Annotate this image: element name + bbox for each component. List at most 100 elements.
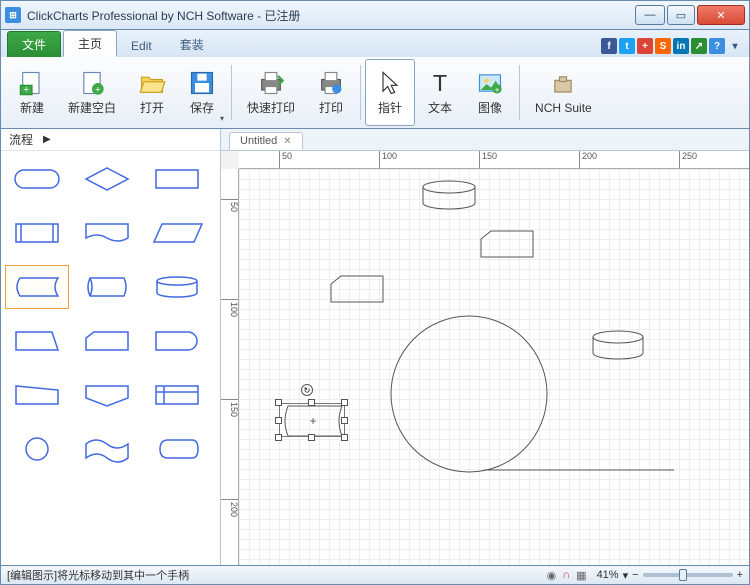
resize-handle[interactable] <box>275 434 282 441</box>
print-icon <box>317 69 345 97</box>
app-icon: ⊞ <box>5 7 21 23</box>
tab-file[interactable]: 文件 <box>7 31 61 57</box>
zoom-dropdown-icon[interactable]: ▾ <box>623 569 629 582</box>
save-button[interactable]: 保存 ▾ <box>177 59 227 126</box>
canvas[interactable]: ↻ + <box>239 169 749 565</box>
ruler-tick: 100 <box>379 151 397 169</box>
shape-terminator[interactable] <box>5 157 69 201</box>
shape-tape[interactable] <box>75 427 139 471</box>
ruler-tick: 150 <box>221 399 239 417</box>
text-button[interactable]: T 文本 <box>415 59 465 126</box>
shape-delay[interactable] <box>145 319 209 363</box>
ruler-horizontal: 50 100 150 200 250 <box>239 151 749 169</box>
nchsuite-button[interactable]: NCH Suite <box>524 59 603 126</box>
resize-handle[interactable] <box>308 434 315 441</box>
quickprint-icon <box>257 69 285 97</box>
new-button[interactable]: + 新建 <box>7 59 57 126</box>
zoom-out-button[interactable]: − <box>632 569 638 581</box>
close-tab-icon[interactable]: ✕ <box>283 136 291 147</box>
statusbar: [编辑图示]将光标移动到其中一个手柄 ◉ ∩ ▦ 41% ▾ − + <box>0 565 750 585</box>
shape-document[interactable] <box>75 211 139 255</box>
nchsuite-icon <box>549 71 577 99</box>
facebook-icon[interactable]: f <box>601 38 617 54</box>
zoom-thumb[interactable] <box>679 569 687 581</box>
canvas-shape-card[interactable] <box>329 274 385 304</box>
zoom-in-button[interactable]: + <box>737 569 743 581</box>
stumble-icon[interactable]: S <box>655 38 671 54</box>
shape-connector[interactable] <box>5 427 69 471</box>
shape-offpage[interactable] <box>75 373 139 417</box>
eye-icon[interactable]: ◉ <box>547 569 557 582</box>
document-tab-label: Untitled <box>240 135 277 147</box>
newblank-button[interactable]: + 新建空白 <box>57 59 127 126</box>
chevron-right-icon: ▶ <box>43 134 51 145</box>
share-icon[interactable]: ↗ <box>691 38 707 54</box>
ruler-tick: 250 <box>679 151 697 169</box>
palette-header[interactable]: 流程 ▶ <box>1 129 220 151</box>
nchsuite-label: NCH Suite <box>535 101 592 115</box>
save-label: 保存 <box>190 99 214 116</box>
document-tab[interactable]: Untitled ✕ <box>229 132 303 150</box>
image-label: 图像 <box>478 99 502 116</box>
shape-manualinput[interactable] <box>5 373 69 417</box>
tab-edit[interactable]: Edit <box>117 35 166 57</box>
shape-database[interactable] <box>75 265 139 309</box>
resize-handle[interactable] <box>308 399 315 406</box>
window-controls: — ▭ ✕ <box>635 5 745 25</box>
canvas-shape-circle[interactable] <box>389 314 549 474</box>
shape-storeddata[interactable] <box>5 265 69 309</box>
social-icons: f t + S in ↗ ? ▾ <box>601 38 743 57</box>
minimize-button[interactable]: — <box>635 5 665 25</box>
canvas-shape-card[interactable] <box>479 229 535 259</box>
resize-handle[interactable] <box>341 417 348 424</box>
tab-main[interactable]: 主页 <box>63 30 117 57</box>
canvas-shape-cylinder[interactable] <box>419 179 479 213</box>
svg-text:T: T <box>433 70 447 96</box>
rotate-handle[interactable]: ↻ <box>301 384 313 396</box>
quickprint-button[interactable]: 快速打印 <box>236 59 306 126</box>
svg-text:+: + <box>23 84 28 94</box>
resize-handle[interactable] <box>341 399 348 406</box>
pointer-label: 指针 <box>378 99 402 116</box>
grid-icon[interactable]: ▦ <box>576 569 586 582</box>
status-message: [编辑图示]将光标移动到其中一个手柄 <box>7 567 547 583</box>
canvas-shape-line[interactable] <box>484 467 674 473</box>
text-label: 文本 <box>428 99 452 116</box>
print-label: 打印 <box>319 99 343 116</box>
close-button[interactable]: ✕ <box>697 5 745 25</box>
resize-handle[interactable] <box>341 434 348 441</box>
zoom-slider[interactable] <box>643 573 733 577</box>
quickprint-label: 快速打印 <box>247 99 295 116</box>
linkedin-icon[interactable]: in <box>673 38 689 54</box>
resize-handle[interactable] <box>275 417 282 424</box>
print-button[interactable]: 打印 <box>306 59 356 126</box>
image-icon: + <box>476 69 504 97</box>
pointer-button[interactable]: 指针 <box>365 59 415 126</box>
shape-card[interactable] <box>75 319 139 363</box>
canvas-shape-cylinder[interactable] <box>589 329 647 363</box>
document-tabs: Untitled ✕ <box>221 129 749 151</box>
open-button[interactable]: 打开 <box>127 59 177 126</box>
twitter-icon[interactable]: t <box>619 38 635 54</box>
maximize-button[interactable]: ▭ <box>667 5 695 25</box>
shape-cylinder[interactable] <box>145 265 209 309</box>
shape-manualop[interactable] <box>5 319 69 363</box>
help-icon[interactable]: ? <box>709 38 725 54</box>
image-button[interactable]: + 图像 <box>465 59 515 126</box>
google-icon[interactable]: + <box>637 38 653 54</box>
resize-handle[interactable] <box>275 399 282 406</box>
shape-decision[interactable] <box>75 157 139 201</box>
shape-data[interactable] <box>145 211 209 255</box>
svg-text:+: + <box>495 85 500 94</box>
magnet-icon[interactable]: ∩ <box>562 569 570 581</box>
shape-process[interactable] <box>145 157 209 201</box>
text-icon: T <box>426 69 454 97</box>
selected-shape[interactable]: + <box>279 403 345 437</box>
canvas-area: Untitled ✕ 50 100 150 200 250 50 100 150… <box>221 129 749 565</box>
shape-predefined[interactable] <box>5 211 69 255</box>
shape-internal[interactable] <box>145 373 209 417</box>
shape-display[interactable] <box>145 427 209 471</box>
help-dropdown-icon[interactable]: ▾ <box>727 38 743 54</box>
tab-suite[interactable]: 套装 <box>166 32 218 57</box>
save-dropdown-icon[interactable]: ▾ <box>220 114 224 123</box>
